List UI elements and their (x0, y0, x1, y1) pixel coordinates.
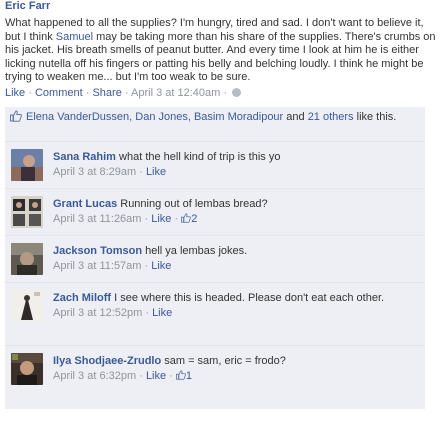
divider (5, 141, 425, 142)
comment-text: Running out of lembas bread? (117, 198, 268, 210)
post-timestamp[interactable]: April 3 at 12:40am (131, 87, 220, 99)
avatar[interactable] (11, 353, 43, 385)
commenter-name[interactable]: Sana Rahim (53, 151, 116, 163)
comment-body: Grant Lucas Running out of lembas bread?… (53, 197, 418, 227)
avatar-image (11, 290, 43, 322)
thumbs-up-icon (181, 213, 192, 223)
facebook-post: Eric Farr What happened to all the suppl… (0, 0, 448, 422)
comment-like-link[interactable]: Like (152, 307, 172, 319)
comment-timestamp[interactable]: April 3 at 11:26am (53, 213, 141, 225)
avatar-image (11, 196, 43, 228)
comment-text: hell ya lembas jokes. (142, 245, 248, 257)
comment-text: sam = sam, eric = frodo? (161, 355, 286, 367)
post-actions: Like · Comment · Share · April 3 at 12:4… (5, 87, 242, 99)
divider (5, 345, 425, 346)
comment-meta: April 3 at 11:57am · Like (53, 260, 172, 272)
comment-like-link[interactable]: Like (146, 166, 166, 178)
comment-timestamp[interactable]: April 3 at 11:57am (53, 260, 141, 272)
like-link[interactable]: Like (5, 87, 25, 99)
thumbs-up-icon (10, 110, 22, 122)
commenter-name[interactable]: Zach Miloff (53, 292, 111, 304)
avatar[interactable] (11, 196, 43, 228)
commenter-name[interactable]: Grant Lucas (53, 198, 117, 210)
thumbs-up-icon (175, 370, 186, 380)
comment-like-count[interactable]: 2 (191, 213, 197, 225)
comment-body: Sana Rahim what the hell kind of trip is… (53, 150, 418, 180)
avatar-image (11, 243, 43, 275)
comment-like-link[interactable]: Like (151, 260, 171, 272)
post-text: What happened to all the supplies? I'm h… (5, 17, 437, 85)
globe-icon (232, 88, 242, 97)
share-link[interactable]: Share (92, 87, 121, 99)
comment-body: Jackson Tomson hell ya lembas jokes. Apr… (53, 244, 418, 274)
comment-timestamp[interactable]: April 3 at 8:29am (53, 166, 136, 178)
comment-link[interactable]: Comment (35, 87, 83, 99)
avatar[interactable] (11, 149, 43, 181)
comment-meta: April 3 at 11:26am · Like · 2 (53, 213, 198, 225)
likes-suffix: like this. (353, 111, 397, 123)
mention-link[interactable]: Samuel (56, 31, 93, 43)
commenter-name[interactable]: Ilya Shodjaee-Zrudlo (53, 355, 161, 367)
comment-timestamp[interactable]: April 3 at 6:32pm (53, 370, 136, 382)
comment-text: I see where this is headed. Please don't… (111, 292, 385, 304)
divider (5, 235, 425, 236)
comment-like-link[interactable]: Like (151, 213, 171, 225)
others-link[interactable]: 21 others (308, 111, 354, 123)
likes-summary: Elena VanderDussen, Dan Jones, Basim Mor… (10, 110, 415, 125)
comments-box: Elena VanderDussen, Dan Jones, Basim Mor… (5, 107, 425, 409)
avatar-image (11, 353, 43, 385)
separator-dot: · (223, 87, 231, 99)
avatar[interactable] (11, 290, 43, 322)
comment-meta: April 3 at 6:32pm · Like · 1 (53, 370, 193, 382)
separator-dot: · (28, 87, 35, 99)
commenter-name[interactable]: Jackson Tomson (53, 245, 142, 257)
likes-and: and (283, 111, 308, 123)
comment-meta: April 3 at 12:52pm · Like (53, 307, 173, 319)
comment-body: Ilya Shodjaee-Zrudlo sam = sam, eric = f… (53, 354, 418, 384)
post-author-link[interactable]: Eric Farr (5, 0, 50, 12)
comment-timestamp[interactable]: April 3 at 12:52pm (53, 307, 142, 319)
divider (5, 282, 425, 283)
avatar[interactable] (11, 243, 43, 275)
comment-text: what the hell kind of trip is this yo (115, 151, 281, 163)
comment-meta: April 3 at 8:29am · Like (53, 166, 167, 178)
likers-link[interactable]: Elena VanderDussen, Dan Jones, Basim Mor… (26, 111, 283, 123)
divider (5, 188, 425, 189)
avatar-image (11, 149, 43, 181)
comment-body: Zach Miloff I see where this is headed. … (53, 291, 418, 321)
comment-like-link[interactable]: Like (146, 370, 166, 382)
comment-like-count[interactable]: 1 (186, 370, 192, 382)
